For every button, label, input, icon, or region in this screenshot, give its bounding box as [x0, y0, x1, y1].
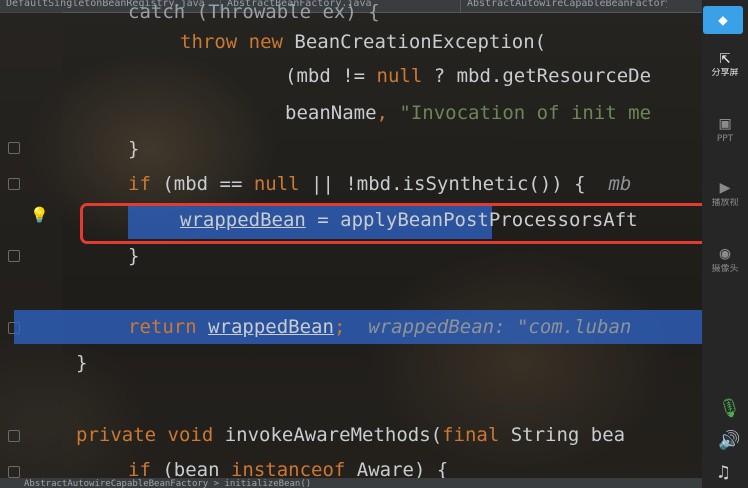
code-line: (mbd != null ? mbd.getResourceDe: [285, 65, 652, 87]
camera-icon: ◉: [719, 243, 731, 264]
share-icon: ⇱: [719, 47, 731, 68]
ppt-button[interactable]: ▣ PPT: [704, 114, 746, 145]
fold-marker[interactable]: [8, 142, 20, 154]
annotation-red-box: [80, 203, 725, 244]
code-line: if (mbd == null || !mbd.isSynthetic()) {…: [128, 173, 632, 195]
fold-marker[interactable]: [8, 466, 20, 478]
share-screen-button[interactable]: ⇱ 分享屏: [704, 48, 746, 79]
code-line: }: [76, 352, 88, 374]
play-icon: ▶: [719, 177, 731, 198]
fold-marker[interactable]: [8, 250, 20, 262]
shield-icon[interactable]: ◆: [703, 6, 743, 34]
speaker-icon[interactable]: 🔊: [718, 430, 740, 451]
microphone-icon[interactable]: 🎙: [718, 398, 741, 419]
fold-marker[interactable]: [8, 430, 20, 442]
code-line-current: return wrappedBean; wrappedBean: "com.lu…: [128, 316, 632, 338]
code-line: private void invokeAwareMethods(final St…: [76, 424, 626, 446]
camera-button[interactable]: ◉ 摄像头: [704, 244, 746, 275]
music-icon[interactable]: ♫: [718, 462, 729, 483]
tab-abstract-autowire-capable-bean-factory[interactable]: AbstractAutowireCapableBeanFactory.java: [460, 0, 667, 12]
code-line: }: [128, 245, 140, 267]
ppt-icon: ▣: [719, 113, 731, 134]
breadcrumb[interactable]: AbstractAutowireCapableBeanFactory > ini…: [0, 478, 702, 488]
code-line: catch (Throwable ex) {: [128, 1, 380, 23]
code-line: }: [128, 138, 140, 160]
lightbulb-icon[interactable]: 💡: [30, 206, 49, 224]
play-video-button[interactable]: ▶ 播放视: [704, 178, 746, 209]
code-line: beanName, "Invocation of init me: [285, 102, 652, 124]
fold-marker[interactable]: [8, 178, 20, 190]
code-editor: DefaultSingletonBeanRegistry.java Abstra…: [0, 0, 702, 488]
code-line: throw new BeanCreationException(: [180, 31, 547, 53]
